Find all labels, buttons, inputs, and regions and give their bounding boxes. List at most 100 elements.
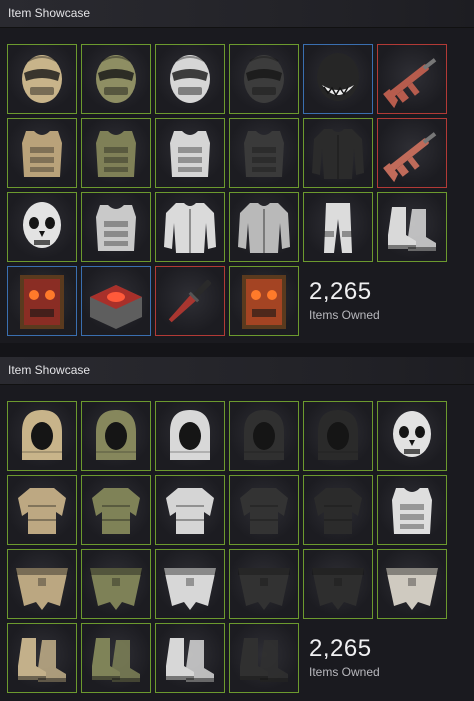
skull-icon [393, 411, 431, 457]
boots-icon [92, 638, 140, 682]
jacket-icon [164, 203, 216, 253]
vest-icon [244, 131, 284, 177]
items-owned-label: Items Owned [309, 308, 380, 322]
kilt-icon [312, 568, 364, 610]
item-tile-hoodie-black[interactable] [303, 118, 373, 188]
item-tile-facemask-olive[interactable] [81, 44, 151, 114]
items-owned-count: 2,265 [309, 635, 372, 662]
item-tile-hood-black[interactable] [229, 401, 299, 471]
item-tile-boots-white[interactable] [377, 192, 447, 262]
boots-icon [388, 207, 436, 251]
vest-icon [170, 131, 210, 177]
item-tile-armor-black-white[interactable] [303, 475, 373, 545]
vest-icon [96, 205, 136, 251]
showcase-grid: 2,265 Items Owned [0, 28, 474, 343]
item-tile-knife-red[interactable] [155, 266, 225, 336]
rifle-icon [383, 58, 437, 109]
item-tile-jacket-grey[interactable] [229, 192, 299, 262]
item-tile-hood-olive[interactable] [81, 401, 151, 471]
hood-icon [22, 410, 62, 460]
item-tile-chestplate-olive[interactable] [81, 118, 151, 188]
items-owned-label: Items Owned [309, 665, 380, 679]
kilt-icon [90, 568, 142, 610]
item-tile-hood-white[interactable] [155, 401, 225, 471]
facemask-icon [170, 55, 210, 103]
facemask-icon [244, 55, 284, 103]
boots-icon [166, 638, 214, 682]
item-tile-armor-white[interactable] [155, 475, 225, 545]
item-tile-monster-mask[interactable] [303, 44, 373, 114]
items-owned-count: 2,265 [309, 278, 372, 305]
hood-icon [318, 410, 358, 460]
kilt-icon [16, 568, 68, 610]
facemask-icon [96, 55, 136, 103]
item-showcase-1: Item Showcase 2,265 Items Owned [0, 0, 474, 343]
item-tile-hood-black-white[interactable] [303, 401, 373, 471]
monster-icon [317, 53, 359, 101]
crate-icon [90, 285, 142, 329]
vest-icon [392, 488, 432, 534]
armor-icon [314, 488, 362, 534]
item-tile-kilt-olive[interactable] [81, 549, 151, 619]
item-tile-rifle-red[interactable] [377, 44, 447, 114]
armor-icon [240, 488, 288, 534]
skull-icon [23, 202, 61, 248]
armor-icon [18, 488, 66, 534]
vest-icon [96, 131, 136, 177]
item-tile-jacket-white[interactable] [155, 192, 225, 262]
item-tile-boots-black[interactable] [229, 623, 299, 693]
item-tile-rifle-red-2[interactable] [377, 118, 447, 188]
item-showcase-2: Item Showcase 2,265 Items Owned [0, 357, 474, 701]
kilt-icon [164, 568, 216, 610]
knife-icon [168, 279, 212, 323]
item-tile-chestplate-black[interactable] [229, 118, 299, 188]
item-tile-vest-white-black[interactable] [377, 475, 447, 545]
vest-icon [22, 131, 62, 177]
door-icon [242, 275, 286, 329]
item-tile-hood-tan[interactable] [7, 401, 77, 471]
item-tile-kilt-white-black[interactable] [377, 549, 447, 619]
item-tile-pants-white[interactable] [303, 192, 373, 262]
section-separator [0, 343, 474, 357]
hood-icon [96, 410, 136, 460]
showcase-title: Item Showcase [8, 6, 91, 20]
item-tile-double-door-red[interactable] [229, 266, 299, 336]
item-tile-vest-black-white[interactable] [81, 192, 151, 262]
boots-icon [18, 638, 66, 682]
item-tile-chestplate-white[interactable] [155, 118, 225, 188]
showcase-header: Item Showcase [0, 357, 474, 385]
items-owned-summary: 2,265 Items Owned [309, 635, 380, 679]
facemask-icon [22, 55, 62, 103]
jacket-icon [238, 203, 290, 253]
kilt-icon [238, 568, 290, 610]
item-tile-armor-olive[interactable] [81, 475, 151, 545]
armor-icon [92, 488, 140, 534]
hood-icon [244, 410, 284, 460]
rifle-icon [383, 132, 437, 183]
item-tile-facemask-white[interactable] [155, 44, 225, 114]
item-tile-kilt-tan[interactable] [7, 549, 77, 619]
item-tile-armor-tan[interactable] [7, 475, 77, 545]
hood-icon [170, 410, 210, 460]
item-tile-facemask-tan[interactable] [7, 44, 77, 114]
items-owned-summary: 2,265 Items Owned [309, 278, 380, 322]
door-icon [20, 275, 64, 329]
item-tile-skull-mask-white[interactable] [377, 401, 447, 471]
showcase-title: Item Showcase [8, 363, 91, 377]
item-tile-armor-black[interactable] [229, 475, 299, 545]
item-tile-door-red-eyes[interactable] [7, 266, 77, 336]
armor-icon [166, 488, 214, 534]
kilt-icon [386, 568, 438, 610]
item-tile-boots-white[interactable] [155, 623, 225, 693]
item-tile-kilt-black[interactable] [229, 549, 299, 619]
item-tile-kilt-white[interactable] [155, 549, 225, 619]
item-tile-skull-mask-white[interactable] [7, 192, 77, 262]
item-tile-facemask-black[interactable] [229, 44, 299, 114]
item-tile-chestplate-tan[interactable] [7, 118, 77, 188]
showcase-grid: 2,265 Items Owned [0, 385, 474, 701]
item-tile-boots-olive[interactable] [81, 623, 151, 693]
item-tile-boots-tan[interactable] [7, 623, 77, 693]
showcase-header: Item Showcase [0, 0, 474, 28]
item-tile-crate-red[interactable] [81, 266, 151, 336]
item-tile-kilt-black-white[interactable] [303, 549, 373, 619]
